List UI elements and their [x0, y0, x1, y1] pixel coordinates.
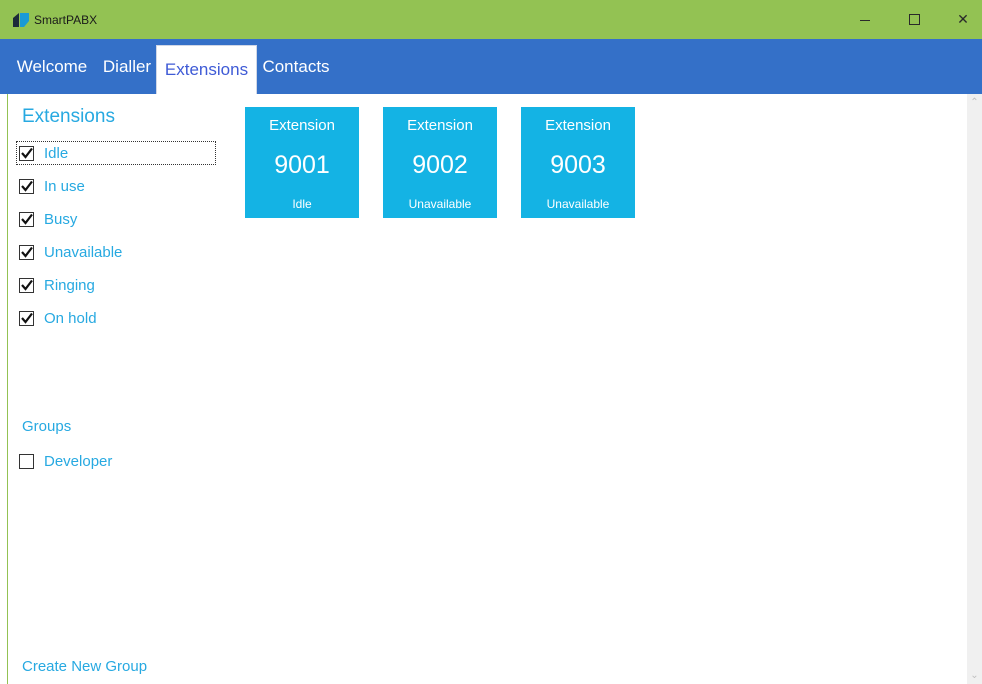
- maximize-icon: [908, 14, 920, 25]
- window-left-border: [7, 94, 8, 684]
- tab-dialler[interactable]: Dialler: [99, 39, 155, 94]
- extension-heading: Extension: [269, 117, 335, 134]
- close-button[interactable]: ✕: [940, 0, 982, 39]
- extension-number: 9001: [274, 151, 330, 179]
- tab-label: Welcome: [16, 56, 88, 76]
- extension-tile[interactable]: Extension 9001 Idle: [245, 107, 359, 218]
- checkbox-label: Idle: [44, 144, 69, 162]
- status-filter-unavailable[interactable]: Unavailable: [19, 241, 122, 263]
- extension-heading: Extension: [545, 117, 611, 134]
- extension-number: 9003: [550, 151, 606, 179]
- extension-status: Idle: [292, 197, 312, 211]
- groups-label: Groups: [22, 418, 72, 435]
- checkmark-icon: [21, 279, 33, 291]
- scroll-up-arrow-icon[interactable]: ⌃: [967, 94, 982, 111]
- vertical-scrollbar[interactable]: ⌃ ⌄: [967, 94, 982, 684]
- tab-extensions[interactable]: Extensions: [156, 45, 257, 94]
- extension-heading: Extension: [407, 117, 473, 134]
- status-filter-in-use[interactable]: In use: [19, 175, 85, 197]
- extension-tile[interactable]: Extension 9002 Unavailable: [383, 107, 497, 218]
- checkbox-label: In use: [44, 177, 85, 195]
- checkbox-label: Ringing: [44, 276, 95, 294]
- close-icon: ✕: [957, 11, 969, 27]
- tab-label: Contacts: [262, 56, 330, 76]
- status-filter-idle[interactable]: Idle: [16, 141, 216, 165]
- extension-status: Unavailable: [546, 197, 610, 211]
- minimize-button[interactable]: [842, 0, 888, 39]
- extensions-filter-title: Extensions: [22, 106, 115, 127]
- app-title: SmartPABX: [34, 13, 98, 27]
- tab-bar: Welcome Dialler Extensions Contacts: [0, 39, 982, 94]
- checkbox[interactable]: [19, 178, 34, 194]
- maximize-button[interactable]: [891, 0, 937, 39]
- checkmark-icon: [21, 147, 33, 159]
- checkbox-label: Developer: [44, 452, 113, 470]
- extension-status: Unavailable: [408, 197, 472, 211]
- tab-label: Extensions: [164, 60, 249, 79]
- status-filter-on-hold[interactable]: On hold: [19, 307, 97, 329]
- extension-tile[interactable]: Extension 9003 Unavailable: [521, 107, 635, 218]
- checkbox[interactable]: [19, 145, 34, 161]
- checkmark-icon: [21, 180, 33, 192]
- checkbox-label: On hold: [44, 309, 97, 327]
- checkbox-label: Busy: [44, 210, 78, 228]
- status-filter-busy[interactable]: Busy: [19, 208, 77, 230]
- smartpabx-logo-icon: [13, 13, 29, 27]
- tab-label: Dialler: [102, 56, 152, 76]
- status-filter-ringing[interactable]: Ringing: [19, 274, 95, 296]
- create-new-group-link[interactable]: Create New Group: [22, 658, 147, 675]
- checkbox[interactable]: [19, 310, 34, 326]
- title-bar: SmartPABX ✕: [0, 0, 982, 39]
- checkmark-icon: [21, 213, 33, 225]
- checkbox[interactable]: [19, 211, 34, 227]
- checkbox[interactable]: [19, 453, 34, 469]
- tab-welcome[interactable]: Welcome: [10, 39, 94, 94]
- checkbox[interactable]: [19, 277, 34, 293]
- checkbox-label: Unavailable: [44, 243, 123, 261]
- checkbox[interactable]: [19, 244, 34, 260]
- group-filter-developer[interactable]: Developer: [19, 450, 112, 472]
- scroll-down-arrow-icon[interactable]: ⌄: [967, 667, 982, 684]
- tab-contacts[interactable]: Contacts: [258, 39, 334, 94]
- checkmark-icon: [21, 246, 33, 258]
- minimize-icon: [860, 20, 870, 21]
- extension-number: 9002: [412, 151, 468, 179]
- checkmark-icon: [21, 312, 33, 324]
